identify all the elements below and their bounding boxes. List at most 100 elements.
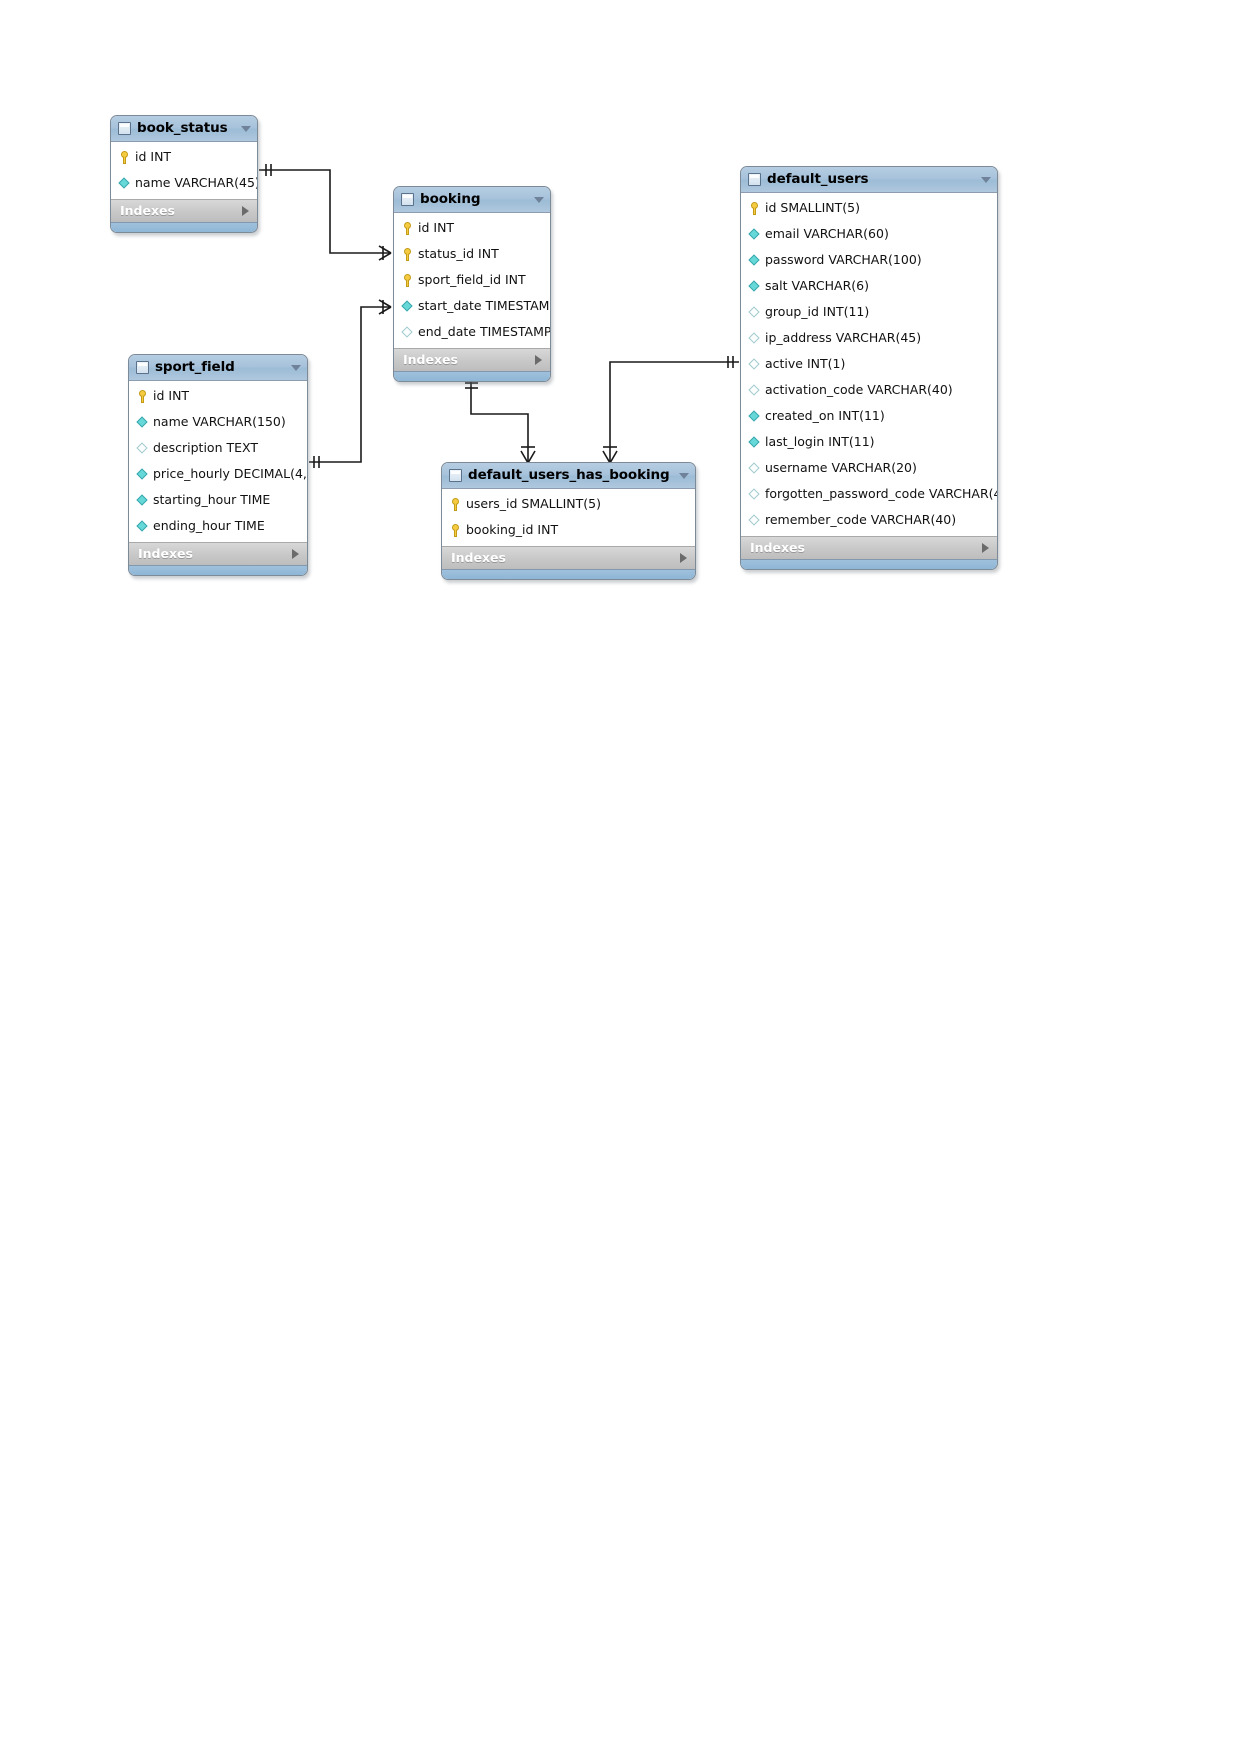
column-label: ending_hour TIME [153,517,265,533]
key-icon [119,150,131,164]
table-book_status[interactable]: book_status id INT name VARCHAR(45) Indexes [110,115,258,233]
relationship-booking-junction [465,378,536,464]
column-row[interactable]: last_login INT(11) [741,429,997,455]
column-label: id INT [153,387,190,403]
table-icon [748,173,761,186]
chevron-right-icon[interactable] [535,355,542,365]
column-row[interactable]: id INT [394,215,550,241]
column-label: salt VARCHAR(6) [765,277,869,293]
column-row[interactable]: sport_field_id INT [394,267,550,293]
table-header-sport_field[interactable]: sport_field [129,355,307,381]
diamond-open-icon [749,384,761,397]
table-header-default_users_has_booking[interactable]: default_users_has_booking [442,463,695,489]
chevron-down-icon[interactable] [679,472,689,479]
column-label: name VARCHAR(150) [153,413,286,429]
table-name-label: default_users [767,170,869,187]
column-row[interactable]: name VARCHAR(45) [111,170,257,196]
diamond-filled-icon [137,494,149,507]
column-row[interactable]: end_date TIMESTAMP [394,319,550,345]
column-row[interactable]: created_on INT(11) [741,403,997,429]
chevron-right-icon[interactable] [292,549,299,559]
relationship-sport-field-booking [309,299,392,468]
column-label: forgotten_password_code VARCHAR(40) [765,485,998,501]
column-label: users_id SMALLINT(5) [466,495,601,511]
table-columns-default_users_has_booking: users_id SMALLINT(5) booking_id INT [442,489,695,546]
column-row[interactable]: username VARCHAR(20) [741,455,997,481]
indexes-section-sport_field[interactable]: Indexes [129,542,307,565]
column-row[interactable]: ending_hour TIME [129,513,307,539]
diamond-open-icon [137,442,149,455]
table-icon [449,469,462,482]
diamond-filled-icon [749,410,761,423]
column-label: ip_address VARCHAR(45) [765,329,922,345]
table-sport_field[interactable]: sport_fieldid INT name VARCHAR(150) descri… [128,354,308,576]
table-name-label: booking [420,190,481,207]
column-row[interactable]: status_id INT [394,241,550,267]
table-default_users[interactable]: default_usersid SMALLINT(5) email VARCHAR… [740,166,998,570]
column-row[interactable]: salt VARCHAR(6) [741,273,997,299]
column-row[interactable]: id SMALLINT(5) [741,195,997,221]
indexes-label: Indexes [750,539,805,555]
column-label: last_login INT(11) [765,433,875,449]
table-columns-sport_field: id INT name VARCHAR(150) description TEXT p… [129,381,307,542]
column-row[interactable]: booking_id INT [442,517,695,543]
column-label: description TEXT [153,439,258,455]
column-row[interactable]: price_hourly DECIMAL(4,2) [129,461,307,487]
table-header-book_status[interactable]: book_status [111,116,257,142]
diamond-filled-icon [749,436,761,449]
chevron-down-icon[interactable] [981,176,991,183]
diamond-open-icon [749,462,761,475]
diamond-filled-icon [137,520,149,533]
indexes-section-default_users_has_booking[interactable]: Indexes [442,546,695,569]
indexes-section-booking[interactable]: Indexes [394,348,550,371]
relationship-connectors [259,164,739,468]
column-row[interactable]: ip_address VARCHAR(45) [741,325,997,351]
table-header-default_users[interactable]: default_users [741,167,997,193]
column-label: group_id INT(11) [765,303,870,319]
chevron-right-icon[interactable] [242,206,249,216]
column-label: end_date TIMESTAMP [418,323,551,339]
key-icon [402,273,414,287]
table-icon [118,122,131,135]
column-row[interactable]: users_id SMALLINT(5) [442,491,695,517]
column-row[interactable]: description TEXT [129,435,307,461]
diamond-filled-icon [749,228,761,241]
column-label: price_hourly DECIMAL(4,2) [153,465,308,481]
column-row[interactable]: email VARCHAR(60) [741,221,997,247]
column-label: created_on INT(11) [765,407,885,423]
column-row[interactable]: name VARCHAR(150) [129,409,307,435]
column-label: password VARCHAR(100) [765,251,922,267]
diamond-filled-icon [402,300,414,313]
table-booking[interactable]: booking id INT status_id INT sport_field_id… [393,186,551,382]
column-row[interactable]: id INT [129,383,307,409]
diamond-open-icon [402,326,414,339]
column-row[interactable]: start_date TIMESTAMP [394,293,550,319]
indexes-section-default_users[interactable]: Indexes [741,536,997,559]
column-row[interactable]: starting_hour TIME [129,487,307,513]
column-row[interactable]: group_id INT(11) [741,299,997,325]
diamond-filled-icon [137,416,149,429]
indexes-label: Indexes [138,545,193,561]
chevron-right-icon[interactable] [680,553,687,563]
column-row[interactable]: id INT [111,144,257,170]
indexes-section-book_status[interactable]: Indexes [111,199,257,222]
key-icon [402,221,414,235]
table-default_users_has_booking[interactable]: default_users_has_booking users_id SMALLI… [441,462,696,580]
column-label: booking_id INT [466,521,559,537]
column-row[interactable]: password VARCHAR(100) [741,247,997,273]
column-row[interactable]: forgotten_password_code VARCHAR(40) [741,481,997,507]
chevron-down-icon[interactable] [291,364,301,371]
table-columns-book_status: id INT name VARCHAR(45) [111,142,257,199]
chevron-down-icon[interactable] [241,125,251,132]
diamond-filled-icon [749,254,761,267]
table-footer-strip [111,222,257,232]
table-header-booking[interactable]: booking [394,187,550,213]
column-label: id INT [418,219,455,235]
diamond-open-icon [749,306,761,319]
column-row[interactable]: activation_code VARCHAR(40) [741,377,997,403]
table-footer-strip [741,559,997,569]
column-row[interactable]: active INT(1) [741,351,997,377]
column-row[interactable]: remember_code VARCHAR(40) [741,507,997,533]
chevron-down-icon[interactable] [534,196,544,203]
chevron-right-icon[interactable] [982,543,989,553]
